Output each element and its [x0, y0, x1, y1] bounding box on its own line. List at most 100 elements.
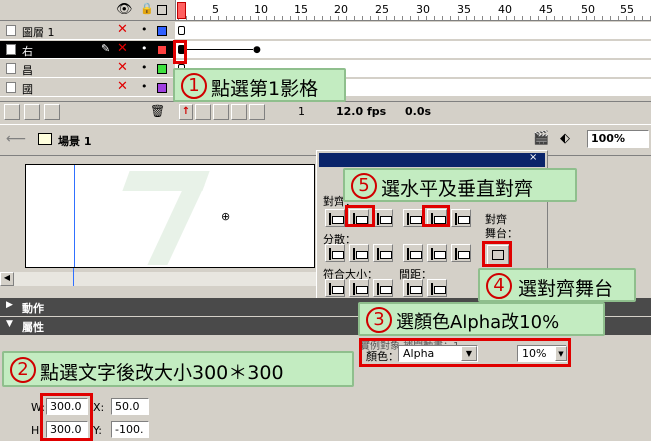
- frame-number: 45: [539, 3, 553, 16]
- timeline-header: 👁 🔒 1510152025303540455055: [0, 0, 651, 21]
- frame-tick: [482, 16, 483, 20]
- stage-area[interactable]: ⊕ ◀: [0, 156, 316, 286]
- frame-ruler[interactable]: 1510152025303540455055: [175, 0, 651, 20]
- align-left-button[interactable]: [325, 209, 345, 227]
- frame-tick: [258, 16, 259, 20]
- align-tab[interactable]: [321, 169, 341, 187]
- frame-tick: [498, 16, 499, 20]
- folder-icon[interactable]: [44, 104, 60, 120]
- horizontal-scrollbar[interactable]: ◀: [0, 272, 316, 286]
- callout-4: 4 選對齊舞台: [478, 268, 636, 302]
- distribute-bottom-button[interactable]: [373, 244, 393, 262]
- frame-tick: [346, 16, 347, 20]
- onion-outline-icon[interactable]: [213, 104, 229, 120]
- frame-tick: [418, 16, 419, 20]
- frame-number: 55: [620, 3, 634, 16]
- tween-arrow: [187, 49, 253, 50]
- frame-tick: [250, 16, 251, 20]
- distribute-top-button[interactable]: [325, 244, 345, 262]
- frame-tick: [578, 16, 579, 20]
- callout-2-text: 點選文字後改大小300＊300: [40, 362, 284, 384]
- match-width-button[interactable]: [325, 279, 345, 297]
- stage[interactable]: ⊕: [25, 164, 315, 268]
- frame-tick: [322, 16, 323, 20]
- x-input[interactable]: 50.0: [111, 398, 149, 415]
- timeline-status-bar: 🗑 ↑ 1 12.0 fps 0.0s: [0, 101, 651, 123]
- edit-scene-icon[interactable]: 🎬: [533, 131, 549, 146]
- highlight-hcenter: [345, 205, 375, 227]
- frame-tick: [354, 16, 355, 20]
- step-number-5: 5: [351, 173, 377, 199]
- frame-tick: [546, 16, 547, 20]
- lock-icon[interactable]: 🔒: [140, 2, 154, 15]
- step-number-2: 2: [10, 357, 36, 383]
- distribute-left-button[interactable]: [403, 244, 423, 262]
- match-height-button[interactable]: [349, 279, 369, 297]
- scroll-left-button[interactable]: ◀: [0, 272, 14, 286]
- callout-5-text: 選水平及垂直對齊: [381, 178, 534, 200]
- trash-icon[interactable]: 🗑: [150, 104, 165, 118]
- highlight-vcenter: [422, 205, 450, 227]
- y-input[interactable]: -100.: [111, 421, 149, 438]
- back-arrow-icon[interactable]: ⟵: [6, 131, 26, 147]
- frame-tick: [386, 16, 387, 20]
- frame-tick: [338, 16, 339, 20]
- center-frame-icon[interactable]: ↑: [179, 104, 193, 120]
- align-right-button[interactable]: [373, 209, 393, 227]
- frame-tick: [626, 16, 627, 20]
- frame-tick: [530, 16, 531, 20]
- frame-tick: [642, 16, 643, 20]
- current-frame: 1: [298, 105, 305, 118]
- frame-tick: [554, 16, 555, 20]
- frame-tick: [442, 16, 443, 20]
- align-top-button[interactable]: [403, 209, 423, 227]
- y-label: Y:: [93, 424, 102, 437]
- frame-tick: [218, 16, 219, 20]
- eye-icon[interactable]: 👁: [116, 2, 133, 17]
- frame-tick: [234, 16, 235, 20]
- align-panel-titlebar[interactable]: [319, 153, 545, 167]
- frame-tick: [210, 16, 211, 20]
- motion-guide-icon[interactable]: [24, 104, 40, 120]
- match-both-button[interactable]: [373, 279, 393, 297]
- frame-number: 15: [294, 3, 308, 16]
- frame-tick: [562, 16, 563, 20]
- elapsed-time: 0.0s: [405, 105, 432, 118]
- distribute-right-button[interactable]: [451, 244, 471, 262]
- onion-markers-icon[interactable]: [249, 104, 265, 120]
- actions-label: 動作: [22, 302, 44, 315]
- frame-number: 25: [375, 3, 389, 16]
- frame-tick: [426, 16, 427, 20]
- onion-skin-icon[interactable]: [195, 104, 211, 120]
- faded-text-object[interactable]: [116, 165, 256, 267]
- frame-row[interactable]: ●: [175, 41, 651, 59]
- add-layer-icon[interactable]: [4, 104, 20, 120]
- step-number-4: 4: [486, 273, 512, 299]
- frame-tick: [194, 16, 195, 20]
- frame-number: 10: [254, 3, 268, 16]
- distribute-vcenter-button[interactable]: [349, 244, 369, 262]
- distribute-hcenter-button[interactable]: [427, 244, 447, 262]
- callout-3-text: 選顏色Alpha改10%: [396, 312, 560, 333]
- highlight-frame-1: [173, 40, 187, 64]
- space-horizontal-button[interactable]: [427, 279, 447, 297]
- scene-name: 場景 1: [58, 135, 92, 148]
- edit-symbol-icon[interactable]: ⬖: [560, 131, 570, 146]
- zoom-input[interactable]: 100%: [587, 130, 649, 148]
- frame-number: 5: [212, 3, 219, 16]
- properties-label: 屬性: [22, 321, 44, 334]
- frame-tick: [410, 16, 411, 20]
- frame-tick: [506, 16, 507, 20]
- close-icon[interactable]: ×: [529, 152, 537, 163]
- frame-tick: [242, 16, 243, 20]
- edit-multiple-icon[interactable]: [231, 104, 247, 120]
- space-vertical-button[interactable]: [403, 279, 423, 297]
- frame-row[interactable]: [175, 22, 651, 40]
- keyframe-icon[interactable]: [178, 26, 185, 35]
- outline-icon[interactable]: [157, 5, 167, 15]
- frame-tick: [570, 16, 571, 20]
- align-bottom-button[interactable]: [451, 209, 471, 227]
- callout-2: 2 點選文字後改大小300＊300: [2, 351, 354, 387]
- frame-tick: [290, 16, 291, 20]
- playhead[interactable]: [177, 2, 186, 19]
